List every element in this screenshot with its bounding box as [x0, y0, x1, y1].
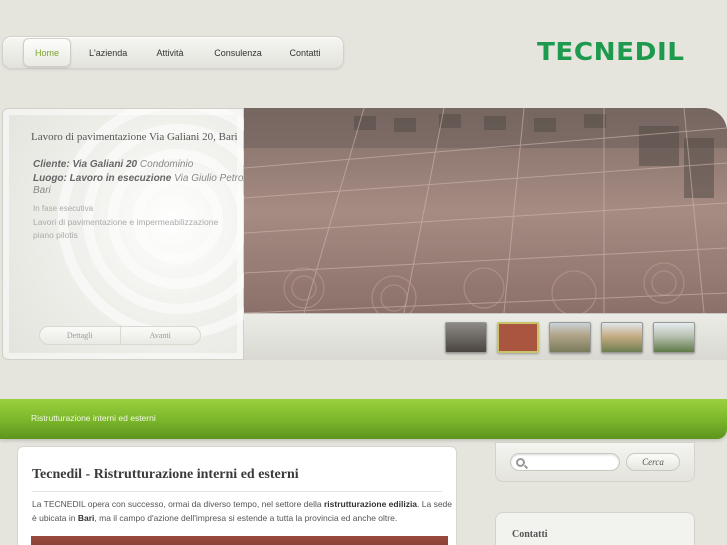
slide-place-line2: Bari	[33, 185, 51, 196]
thumbnail-3[interactable]	[549, 322, 591, 353]
slide-place: Luogo: Lavoro in esecuzione Via Giulio P…	[33, 173, 251, 184]
contacts-box: Contatti	[495, 512, 695, 545]
details-button[interactable]: Dettagli	[40, 327, 120, 344]
thumbnail-2[interactable]	[497, 322, 539, 353]
intro-bold-2: Bari	[77, 513, 95, 523]
client-value: Via Galiani 20	[72, 159, 138, 170]
search-field	[510, 453, 620, 471]
search-input[interactable]	[527, 455, 617, 469]
slide-title: Lavoro di pavimentazione Via Galiani 20,…	[31, 131, 238, 143]
main-nav: Home L'azienda Attività Consulenza Conta…	[2, 36, 344, 69]
banner-text: Ristrutturazione interni ed esterni	[31, 413, 156, 423]
intro-text-1: La TECNEDIL opera con successo, ormai da…	[32, 499, 324, 509]
company-logo[interactable]: TECNEDIL	[537, 39, 727, 64]
place-value: Lavoro in esecuzione	[69, 173, 172, 184]
thumbnails-bar	[244, 313, 727, 360]
nav-contatti[interactable]: Contatti	[287, 48, 323, 58]
place-label: Luogo:	[33, 173, 67, 184]
slide-info-panel: Lavoro di pavimentazione Via Galiani 20,…	[2, 108, 251, 360]
nav-consulenza[interactable]: Consulenza	[213, 48, 263, 58]
page-banner: Ristrutturazione interni ed esterni	[0, 399, 727, 439]
nav-azienda[interactable]: L'azienda	[89, 48, 127, 58]
intro-bold-1: ristrutturazione edilizia	[323, 499, 418, 509]
slide-client: Cliente: Via Galiani 20 Condominio	[33, 159, 193, 170]
slide-description: Lavori di pavimentazione e impermeabiliz…	[33, 217, 219, 240]
pavement-photo	[244, 108, 727, 313]
thumbnail-5[interactable]	[653, 322, 695, 353]
client-label: Cliente:	[33, 159, 70, 170]
page-title: Tecnedil - Ristrutturazione interni ed e…	[32, 467, 299, 482]
nav-home[interactable]: Home	[23, 38, 71, 67]
slide-main-photo	[244, 108, 727, 313]
content-image	[31, 536, 448, 545]
slide-controls: Dettagli Avanti	[39, 326, 201, 345]
search-box: Cerca	[495, 442, 695, 482]
place-ghost: Via Giulio Petroni	[174, 173, 252, 184]
nav-attivita[interactable]: Attività	[155, 48, 185, 58]
main-content: Tecnedil - Ristrutturazione interni ed e…	[17, 446, 457, 545]
intro-paragraph: La TECNEDIL opera con successo, ormai da…	[32, 497, 452, 525]
next-button[interactable]: Avanti	[119, 327, 201, 344]
contacts-title: Contatti	[512, 529, 548, 540]
client-ghost: Condominio	[139, 159, 194, 170]
intro-text-3: , ma il campo d'azione dell'impresa si e…	[94, 513, 398, 523]
search-button[interactable]: Cerca	[626, 453, 680, 471]
search-icon	[516, 458, 525, 467]
thumbnail-1[interactable]	[445, 322, 487, 353]
slide-status: In fase esecutiva	[33, 204, 94, 213]
title-divider	[32, 491, 442, 492]
thumbnail-4[interactable]	[601, 322, 643, 353]
slide-title-text: Lavoro di pavimentazione Via Galiani 20,…	[31, 131, 238, 143]
